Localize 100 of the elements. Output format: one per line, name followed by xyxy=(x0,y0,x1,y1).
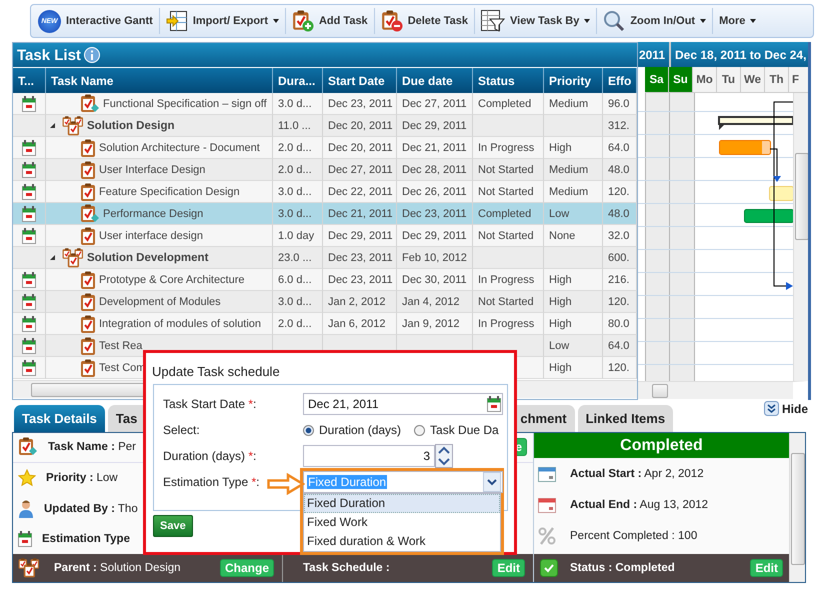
column-header[interactable]: Dura... xyxy=(273,68,323,93)
table-row[interactable]: Performance Design 3.0 d... Dec 21, 2011 Dec 23, 2011 Completed Low 48.0 xyxy=(13,203,637,225)
dialog-title: Update Task schedule xyxy=(151,363,281,381)
number-field[interactable]: 3 xyxy=(303,445,435,467)
clipboard-minus-icon xyxy=(380,10,403,32)
detail-text: Actual Start : Apr 2, 2012 xyxy=(570,468,704,480)
day-header: Sa xyxy=(645,67,669,93)
status-text: Status : Completed xyxy=(570,562,675,574)
table-cell: 120. xyxy=(603,357,637,379)
calendar-icon xyxy=(22,360,36,376)
clipboard-check-icon xyxy=(80,292,96,310)
detail-text: Task Name : Per xyxy=(48,441,136,454)
clipboards-icon xyxy=(62,116,84,136)
radio-label[interactable]: Duration (days) xyxy=(319,423,402,437)
detail-text: Percent Completed : 100 xyxy=(570,530,698,542)
calendar-icon xyxy=(22,184,36,200)
table-row[interactable]: Functional Specification – sign off 3.0 d... Dec 23, 2011 Dec 27, 2011 Completed Medium 96.0 xyxy=(13,93,637,115)
info-icon xyxy=(84,47,100,63)
calendar-icon xyxy=(487,396,501,412)
hide-button[interactable]: Hide xyxy=(764,401,808,416)
tab[interactable]: Task Details xyxy=(14,405,105,432)
vertical-scrollbar[interactable] xyxy=(789,433,805,582)
radio-button[interactable] xyxy=(303,424,314,436)
period-header: Dec 18, 2011 to Dec 24, xyxy=(671,42,808,67)
column-header[interactable]: Due date xyxy=(397,68,473,93)
clipboards-icon xyxy=(18,558,40,578)
task-name: Development of Modules xyxy=(99,296,221,308)
table-row[interactable]: User Interface Design 2.0 d... Dec 27, 2011 Dec 28, 2011 Not Started Medium 48.0 xyxy=(13,159,637,181)
calendar-icon xyxy=(22,294,36,310)
dropdown-option[interactable]: Fixed Work xyxy=(304,513,500,532)
clipboard-check-icon xyxy=(80,314,96,332)
table-row[interactable]: Feature Specification Design 3.0 d... Dec 22, 2011 Dec 26, 2011 Not Started Medium 120. xyxy=(13,181,637,203)
double-chevron-down-icon xyxy=(764,401,779,416)
clipboard-check-icon xyxy=(80,182,96,200)
clipboard-check-icon xyxy=(80,138,96,156)
dropdown-option[interactable]: Fixed Duration xyxy=(304,494,500,513)
status-banner: Completed xyxy=(534,433,789,458)
column-header[interactable]: Priority xyxy=(544,68,603,93)
task-name: Solution Architecture - Document xyxy=(99,142,260,154)
table-cell: High xyxy=(544,357,603,379)
task-name: Test Rea xyxy=(99,340,142,352)
task-name: Functional Specification – sign off xyxy=(103,98,267,110)
table-row[interactable]: Prototype & Core Architecture 6.0 d... Dec 23, 2011 Dec 30, 2011 In Progress High 216. xyxy=(13,269,637,291)
horizontal-scrollbar[interactable] xyxy=(638,381,808,399)
expand-caret-icon[interactable] xyxy=(50,123,55,128)
calendar-icon xyxy=(22,140,36,156)
clipboard-plus-icon xyxy=(292,10,314,32)
calendar-icon xyxy=(18,531,32,548)
clipboard-check-icon xyxy=(80,226,96,244)
toolbar-button[interactable]: Import/ Export xyxy=(162,6,282,36)
checkmark-icon xyxy=(540,559,558,577)
calendar-icon xyxy=(538,497,556,513)
calendar-icon xyxy=(22,338,36,354)
detail-text: Updated By : Tho xyxy=(44,503,138,515)
vertical-scrollbar[interactable] xyxy=(793,93,808,381)
tab[interactable]: Linked Items xyxy=(578,405,674,432)
column-header[interactable]: Effo xyxy=(603,68,637,93)
toolbar-button[interactable]: Add Task xyxy=(288,6,371,36)
expand-caret-icon[interactable] xyxy=(50,255,55,260)
day-header: F xyxy=(789,67,808,93)
task-name: Integration of modules of solution xyxy=(99,318,262,330)
task-name: User Interface Design xyxy=(99,164,206,176)
save-button[interactable]: Save xyxy=(153,515,193,537)
clipboards-icon xyxy=(62,248,84,268)
field-label: Estimation Type *: xyxy=(163,475,260,489)
detail-text: Parent : Solution Design xyxy=(54,562,181,574)
toolbar-button[interactable]: More xyxy=(716,6,760,36)
radio-button[interactable] xyxy=(414,424,426,436)
clipboard-check-icon xyxy=(80,336,96,354)
user-icon xyxy=(18,500,34,518)
detail-text: Task Schedule : xyxy=(303,562,390,574)
day-header: Tu xyxy=(717,67,741,93)
table-row[interactable]: Solution Design 11.0 ... Dec 20, 2011 Dec 29, 2011 312. xyxy=(13,115,637,137)
date-field[interactable]: Dec 21, 2011 xyxy=(303,393,503,415)
toolbar-button[interactable]: Zoom In/Out xyxy=(600,6,710,36)
toolbar-button[interactable]: Delete Task xyxy=(378,6,472,36)
toolbar-button[interactable]: View Task By xyxy=(478,6,594,36)
column-header[interactable]: Task Name xyxy=(46,68,273,93)
table-row[interactable]: Integration of modules of solution 2.0 d... Jan 6, 2012 Jan 9, 2012 In Progress High 80.0 xyxy=(13,313,637,335)
radio-label[interactable]: Task Due Da xyxy=(430,423,499,437)
table-funnel-icon xyxy=(481,10,506,32)
calendar-icon xyxy=(22,162,36,178)
table-row[interactable]: Development of Modules 3.0 d... Jan 2, 2012 Jan 4, 2012 Not Started High 120. xyxy=(13,291,637,313)
clipboard-diamond-icon xyxy=(80,204,100,224)
table-arrow-icon xyxy=(166,10,188,32)
task-name: Solution Design xyxy=(87,120,175,132)
table-row[interactable]: Solution Architecture - Document 2.0 d... Dec 20, 2011 Dec 21, 2011 In Progress High 64.0 xyxy=(13,137,637,159)
percent-icon xyxy=(538,527,556,545)
table-row[interactable]: User interface design 1.0 day Dec 29, 2011 Dec 29, 2011 Not Started None 32.0 xyxy=(13,225,637,247)
task-name: User interface design xyxy=(99,230,203,242)
table-row[interactable]: Solution Development 23.0 ... Dec 23, 2011 Feb 10, 2012 600. xyxy=(13,247,637,269)
column-header[interactable]: Status xyxy=(473,68,544,93)
day-header: Th xyxy=(765,67,789,93)
dropdown-option[interactable]: Fixed duration & Work xyxy=(304,532,500,551)
task-name: Prototype & Core Architecture xyxy=(99,274,245,286)
column-header[interactable]: T... xyxy=(13,68,46,93)
calendar-icon xyxy=(22,272,36,288)
clipboard-diamond-icon xyxy=(18,437,38,458)
detail-text: Estimation Type xyxy=(42,533,130,546)
column-header[interactable]: Start Date xyxy=(323,68,397,93)
